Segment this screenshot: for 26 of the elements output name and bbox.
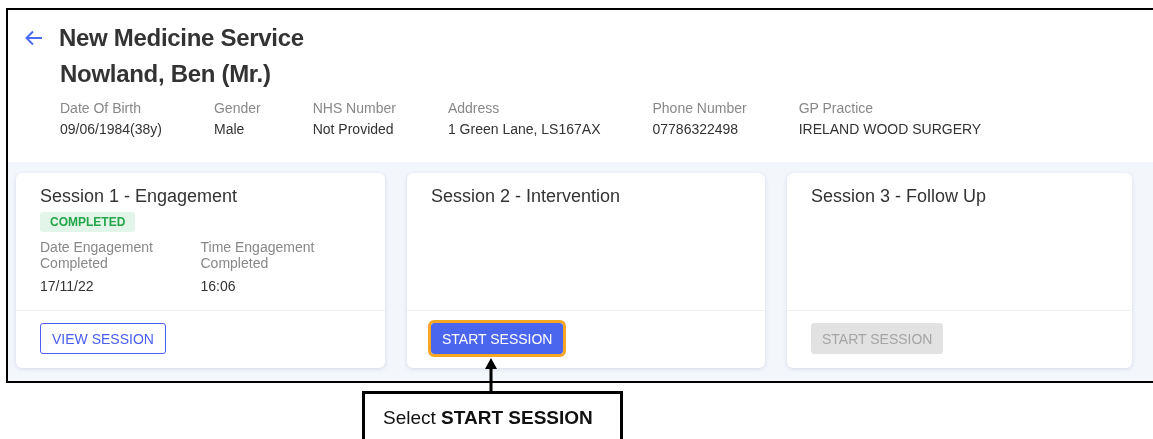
field-label: NHS Number — [312, 100, 396, 116]
session-title: Session 1 - Engagement — [40, 186, 239, 207]
field-value: 17/11/22 — [40, 278, 95, 294]
field-value: Not Provided — [312, 121, 395, 137]
view-session-button[interactable]: VIEW SESSION — [40, 323, 166, 354]
field-value: 09/06/1984(38y) — [60, 121, 162, 137]
callout-text: Select START SESSION — [362, 391, 623, 439]
page-title: New Medicine Service — [59, 24, 304, 52]
field-value: 07786322498 — [652, 121, 740, 137]
back-arrow-icon[interactable] — [25, 30, 43, 46]
field-value: 16:06 — [200, 278, 237, 294]
patient-name: Nowland, Ben (Mr.) — [60, 60, 272, 88]
session-title: Session 2 - Intervention — [431, 186, 622, 207]
field-label: Date Of Birth — [60, 100, 142, 116]
field-label: Gender — [213, 100, 261, 116]
field-label: Date Engagement Completed — [40, 239, 154, 271]
status-badge: COMPLETED — [40, 212, 136, 232]
field-value: 1 Green Lane, LS167AX — [447, 121, 601, 137]
field-label: Time Engagement Completed — [200, 239, 316, 271]
session-title: Session 3 - Follow Up — [811, 186, 988, 207]
start-session-button[interactable]: START SESSION — [431, 323, 564, 354]
field-label: GP Practice — [798, 100, 875, 116]
field-label: Address — [447, 100, 501, 116]
field-label: Phone Number — [652, 100, 747, 116]
field-value: Male — [213, 121, 246, 137]
field-value: IRELAND WOOD SURGERY — [798, 121, 982, 137]
